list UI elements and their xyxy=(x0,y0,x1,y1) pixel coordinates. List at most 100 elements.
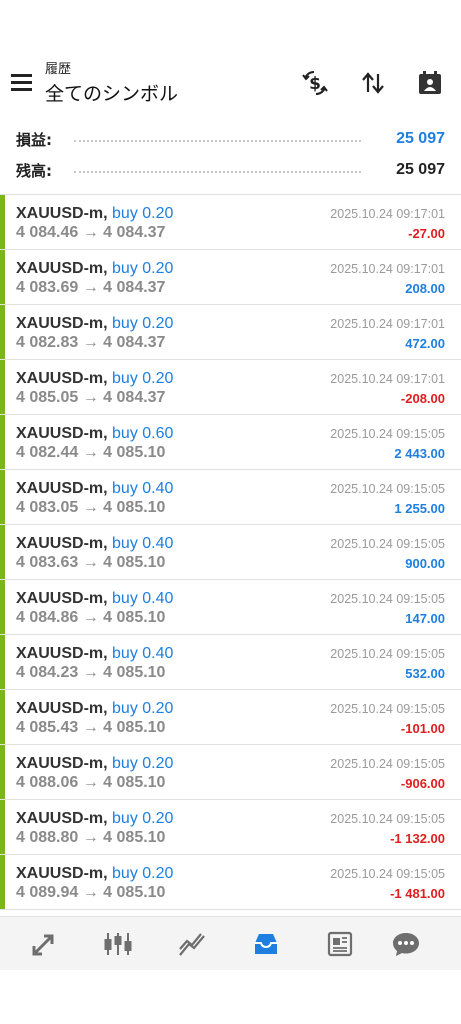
dotted-leader xyxy=(74,171,361,173)
trade-profit: -27.00 xyxy=(408,226,445,241)
trade-title: XAUUSD-m, buy 0.20 xyxy=(16,700,173,718)
trade-prices: 4 085.43 → 4 085.10 xyxy=(16,719,166,736)
trade-profit: 472.00 xyxy=(405,336,445,351)
trade-symbol: XAUUSD-m, xyxy=(16,480,108,497)
trade-time: 2025.10.24 09:15:05 xyxy=(330,647,445,661)
trade-title: XAUUSD-m, buy 0.20 xyxy=(16,865,173,883)
balance-row: 残高: 25 097 xyxy=(0,155,461,186)
trade-history-list: XAUUSD-m, buy 0.20 4 084.46 → 4 084.37 202… xyxy=(0,194,461,910)
trade-symbol: XAUUSD-m, xyxy=(16,865,108,882)
trade-prices: 4 088.80 → 4 085.10 xyxy=(16,829,166,846)
row-marker xyxy=(0,690,5,744)
trade-prices: 4 082.44 → 4 085.10 xyxy=(16,444,166,461)
trade-prices: 4 083.69 → 4 084.37 xyxy=(16,279,166,296)
trade-side: buy 0.40 xyxy=(112,645,174,662)
trade-row[interactable]: XAUUSD-m, buy 0.60 4 082.44 → 4 085.10 202… xyxy=(0,415,461,470)
account-summary: 損益: 25 097 残高: 25 097 xyxy=(0,124,461,186)
trade-time: 2025.10.24 09:15:05 xyxy=(330,702,445,716)
trade-time: 2025.10.24 09:15:05 xyxy=(330,592,445,606)
trade-time: 2025.10.24 09:15:05 xyxy=(330,812,445,826)
sort-icon[interactable] xyxy=(358,68,388,98)
svg-text:$: $ xyxy=(309,74,321,94)
trade-side: buy 0.60 xyxy=(112,425,174,442)
trade-profit: -1 132.00 xyxy=(390,831,445,846)
trade-row[interactable]: XAUUSD-m, buy 0.20 4 085.43 → 4 085.10 202… xyxy=(0,690,461,745)
trade-prices: 4 085.05 → 4 084.37 xyxy=(16,389,166,406)
trade-prices: 4 082.83 → 4 084.37 xyxy=(16,334,166,351)
trade-side: buy 0.40 xyxy=(112,535,174,552)
trade-icon[interactable] xyxy=(162,917,222,971)
trade-symbol: XAUUSD-m, xyxy=(16,260,108,277)
quotes-icon[interactable] xyxy=(14,917,74,971)
trade-prices: 4 083.63 → 4 085.10 xyxy=(16,554,166,571)
trade-side: buy 0.20 xyxy=(112,865,174,882)
trade-title: XAUUSD-m, buy 0.20 xyxy=(16,370,173,388)
trade-side: buy 0.20 xyxy=(112,810,174,827)
trade-row[interactable]: XAUUSD-m, buy 0.20 4 082.83 → 4 084.37 202… xyxy=(0,305,461,360)
trade-side: buy 0.40 xyxy=(112,590,174,607)
row-marker xyxy=(0,745,5,799)
trade-title: XAUUSD-m, buy 0.40 xyxy=(16,590,173,608)
profit-row: 損益: 25 097 xyxy=(0,124,461,155)
trade-prices: 4 083.05 → 4 085.10 xyxy=(16,499,166,516)
trade-side: buy 0.20 xyxy=(112,205,174,222)
trade-row[interactable]: XAUUSD-m, buy 0.40 4 084.23 → 4 085.10 202… xyxy=(0,635,461,690)
chart-icon[interactable] xyxy=(88,917,148,971)
news-icon[interactable] xyxy=(310,917,370,971)
trade-time: 2025.10.24 09:15:05 xyxy=(330,482,445,496)
chat-icon[interactable] xyxy=(376,917,436,971)
row-marker xyxy=(0,195,5,249)
trade-profit: 532.00 xyxy=(405,666,445,681)
trade-time: 2025.10.24 09:15:05 xyxy=(330,867,445,881)
symbol-filter-title[interactable]: 全てのシンボル xyxy=(45,81,178,107)
trade-side: buy 0.20 xyxy=(112,370,174,387)
trade-side: buy 0.20 xyxy=(112,315,174,332)
trade-row[interactable]: XAUUSD-m, buy 0.20 4 089.94 → 4 085.10 202… xyxy=(0,855,461,910)
trade-title: XAUUSD-m, buy 0.20 xyxy=(16,205,173,223)
trade-time: 2025.10.24 09:17:01 xyxy=(330,372,445,386)
trade-title: XAUUSD-m, buy 0.20 xyxy=(16,260,173,278)
trade-symbol: XAUUSD-m, xyxy=(16,755,108,772)
trade-row[interactable]: XAUUSD-m, buy 0.20 4 088.06 → 4 085.10 202… xyxy=(0,745,461,800)
trade-profit: 900.00 xyxy=(405,556,445,571)
row-marker xyxy=(0,635,5,689)
trade-side: buy 0.20 xyxy=(112,260,174,277)
trade-row[interactable]: XAUUSD-m, buy 0.20 4 084.46 → 4 084.37 202… xyxy=(0,195,461,250)
trade-title: XAUUSD-m, buy 0.40 xyxy=(16,480,173,498)
trade-row[interactable]: XAUUSD-m, buy 0.40 4 084.86 → 4 085.10 202… xyxy=(0,580,461,635)
currency-exchange-icon[interactable]: $ xyxy=(300,68,330,98)
trade-prices: 4 084.23 → 4 085.10 xyxy=(16,664,166,681)
profit-value: 25 097 xyxy=(396,130,445,147)
trade-time: 2025.10.24 09:15:05 xyxy=(330,537,445,551)
row-marker xyxy=(0,580,5,634)
trade-row[interactable]: XAUUSD-m, buy 0.20 4 083.69 → 4 084.37 202… xyxy=(0,250,461,305)
trade-row[interactable]: XAUUSD-m, buy 0.20 4 088.80 → 4 085.10 202… xyxy=(0,800,461,855)
trade-row[interactable]: XAUUSD-m, buy 0.40 4 083.63 → 4 085.10 202… xyxy=(0,525,461,580)
title-block: 履歴 全てのシンボル xyxy=(45,62,178,107)
trade-prices: 4 084.86 → 4 085.10 xyxy=(16,609,166,626)
page-subtitle: 履歴 xyxy=(45,62,72,77)
menu-icon[interactable] xyxy=(10,72,34,92)
calendar-icon[interactable] xyxy=(415,68,445,98)
trade-side: buy 0.20 xyxy=(112,755,174,772)
app-header: 履歴 全てのシンボル $ xyxy=(0,60,461,116)
trade-symbol: XAUUSD-m, xyxy=(16,645,108,662)
trade-title: XAUUSD-m, buy 0.40 xyxy=(16,645,173,663)
trade-title: XAUUSD-m, buy 0.20 xyxy=(16,755,173,773)
balance-label: 残高: xyxy=(16,162,52,180)
profit-label: 損益: xyxy=(16,131,52,149)
trade-symbol: XAUUSD-m, xyxy=(16,810,108,827)
row-marker xyxy=(0,305,5,359)
balance-value: 25 097 xyxy=(396,161,445,178)
trade-time: 2025.10.24 09:15:05 xyxy=(330,427,445,441)
trade-row[interactable]: XAUUSD-m, buy 0.20 4 085.05 → 4 084.37 202… xyxy=(0,360,461,415)
history-icon[interactable] xyxy=(236,917,296,971)
trade-symbol: XAUUSD-m, xyxy=(16,590,108,607)
trade-time: 2025.10.24 09:17:01 xyxy=(330,207,445,221)
dotted-leader xyxy=(74,140,361,142)
row-marker xyxy=(0,360,5,414)
trade-profit: -906.00 xyxy=(400,776,445,791)
trade-symbol: XAUUSD-m, xyxy=(16,535,108,552)
row-marker xyxy=(0,470,5,524)
trade-row[interactable]: XAUUSD-m, buy 0.40 4 083.05 → 4 085.10 202… xyxy=(0,470,461,525)
